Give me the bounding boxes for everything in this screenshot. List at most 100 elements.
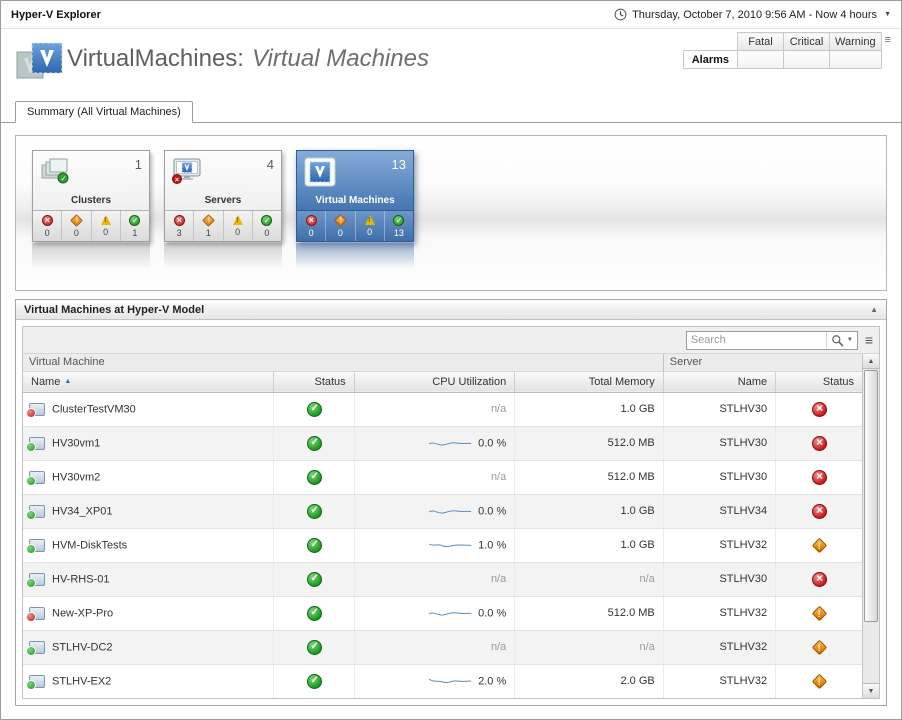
vm-icon — [29, 471, 45, 484]
vm-icon — [29, 573, 45, 586]
cpu-sparkline — [428, 437, 472, 450]
vm-icon — [29, 607, 45, 620]
column-header-row: Name▲ Status CPU Utilization Total Memor… — [23, 371, 862, 392]
table-row[interactable]: HV-RHS-01 n/a n/a STLHV30 — [23, 562, 862, 596]
tile-virtual-machines-label: Virtual Machines — [297, 195, 413, 210]
clusters-icon: ✓ — [40, 157, 72, 185]
server-status-icon — [812, 436, 827, 451]
server-status-icon — [812, 572, 827, 587]
vm-status-icon — [307, 572, 322, 587]
cpu-utilization-cell: 2.0 % — [354, 664, 515, 698]
table-row[interactable]: HVM-DiskTests 1.0 % 1.0 GB STLHV32 — [23, 528, 862, 562]
group-header-row: Virtual Machine Server — [23, 354, 862, 371]
fatal-icon — [174, 215, 185, 226]
tile-servers-stats: 3 1 0 0 — [165, 210, 281, 241]
warning-icon — [101, 215, 111, 225]
hyperv-explorer-window: Hyper-V Explorer Thursday, October 7, 20… — [0, 0, 902, 720]
normal-count: 1 — [132, 228, 137, 238]
scrollbar-thumb[interactable] — [864, 370, 878, 622]
tile-clusters-count: 1 — [135, 157, 142, 172]
cpu-utilization-cell: n/a — [354, 460, 515, 494]
table-row[interactable]: ClusterTestVM30 n/a 1.0 GB STLHV30 — [23, 392, 862, 426]
server-status-icon — [811, 639, 827, 655]
alarms-fatal-value[interactable] — [738, 51, 784, 69]
tile-virtual-machines-count: 13 — [392, 157, 406, 172]
tile-servers[interactable]: × 4 Servers 3 1 0 0 — [164, 150, 282, 242]
warning-count: 0 — [235, 227, 240, 237]
cpu-utilization-cell: n/a — [354, 392, 515, 426]
app-title: Hyper-V Explorer — [11, 9, 101, 21]
vm-name: HV34_XP01 — [52, 505, 113, 517]
vm-name: New-XP-Pro — [52, 607, 113, 619]
cpu-value: n/a — [491, 573, 506, 585]
server-status-icon — [812, 504, 827, 519]
vertical-scrollbar[interactable]: ▲ ▼ — [862, 354, 879, 698]
total-memory-cell: n/a — [515, 562, 664, 596]
table-customizer-icon[interactable]: ≡ — [865, 333, 873, 347]
vm-name: HV30vm1 — [52, 437, 100, 449]
page-header: VirtualMachines:Virtual Machines Fatal C… — [1, 29, 901, 101]
page-title: VirtualMachines: Virtual Machines — [67, 45, 429, 73]
server-status-icon — [811, 605, 827, 621]
total-memory-cell: 2.0 GB — [515, 664, 664, 698]
alarms-menu-icon[interactable]: ≡ — [885, 35, 891, 46]
vm-name: HV30vm2 — [52, 471, 100, 483]
cpu-value: n/a — [491, 641, 506, 653]
table-row[interactable]: HV34_XP01 0.0 % 1.0 GB STLHV34 — [23, 494, 862, 528]
warning-icon — [365, 215, 375, 225]
svg-text:×: × — [175, 175, 180, 184]
sort-ascending-icon: ▲ — [64, 378, 71, 385]
normal-icon — [261, 215, 272, 226]
panel-collapse-icon[interactable]: ▲ — [870, 305, 878, 314]
top-bar: Hyper-V Explorer Thursday, October 7, 20… — [1, 1, 901, 29]
tab-summary-all-virtual-machines[interactable]: Summary (All Virtual Machines) — [15, 101, 193, 123]
table-row[interactable]: HV30vm2 n/a 512.0 MB STLHV30 — [23, 460, 862, 494]
fatal-icon — [42, 215, 53, 226]
scrollbar-down-button[interactable]: ▼ — [863, 683, 879, 698]
cpu-sparkline — [428, 675, 472, 688]
vm-status-icon — [307, 640, 322, 655]
column-header-server-name[interactable]: Name — [663, 371, 775, 392]
table-row[interactable]: New-XP-Pro 0.0 % 512.0 MB STLHV32 — [23, 596, 862, 630]
page-title-prefix: VirtualMachines: — [67, 45, 244, 72]
normal-count: 13 — [394, 228, 404, 238]
server-name-cell: STLHV30 — [663, 460, 775, 494]
column-header-cpu-utilization[interactable]: CPU Utilization — [354, 371, 515, 392]
tile-clusters[interactable]: ✓ 1 Clusters 0 0 0 1 — [32, 150, 150, 242]
scrollbar-up-button[interactable]: ▲ — [863, 354, 879, 369]
total-memory-cell: n/a — [515, 630, 664, 664]
page-title-suffix: Virtual Machines — [252, 45, 429, 72]
column-header-server-status[interactable]: Status — [776, 371, 862, 392]
cpu-value: n/a — [491, 471, 506, 483]
time-range-selector[interactable]: Thursday, October 7, 2010 9:56 AM - Now … — [614, 8, 891, 21]
server-name-cell: STLHV30 — [663, 392, 775, 426]
critical-count: 0 — [74, 228, 79, 238]
alarms-header-fatal: Fatal — [738, 33, 784, 51]
cpu-sparkline — [428, 607, 472, 620]
column-header-status[interactable]: Status — [274, 371, 354, 392]
alarms-warning-value[interactable] — [830, 51, 882, 69]
cpu-sparkline — [428, 539, 472, 552]
svg-text:✓: ✓ — [60, 174, 66, 183]
fatal-count: 0 — [309, 228, 314, 238]
tile-virtual-machines[interactable]: 13 Virtual Machines 0 0 0 13 — [296, 150, 414, 242]
servers-icon: × — [172, 157, 204, 185]
total-memory-cell: 512.0 MB — [515, 596, 664, 630]
column-header-name[interactable]: Name▲ — [23, 371, 274, 392]
alarms-critical-value[interactable] — [784, 51, 830, 69]
search-input[interactable] — [687, 334, 826, 346]
table-row[interactable]: STLHV-EX2 2.0 % 2.0 GB STLHV32 — [23, 664, 862, 698]
search-button[interactable]: ▼ — [827, 334, 857, 347]
tile-clusters-top: ✓ 1 — [33, 151, 149, 195]
server-name-cell: STLHV30 — [663, 426, 775, 460]
server-status-icon — [811, 673, 827, 689]
table-row[interactable]: HV30vm1 0.0 % 512.0 MB STLHV30 — [23, 426, 862, 460]
table-row[interactable]: STLHV-DC2 n/a n/a STLHV32 — [23, 630, 862, 664]
vm-status-icon — [307, 470, 322, 485]
alarms-row-label: Alarms — [683, 51, 737, 69]
time-range-caret-icon: ▼ — [884, 11, 891, 18]
column-header-total-memory[interactable]: Total Memory — [515, 371, 664, 392]
total-memory-cell: 1.0 GB — [515, 528, 664, 562]
scrollbar-track[interactable] — [863, 623, 879, 683]
critical-icon — [70, 214, 83, 227]
